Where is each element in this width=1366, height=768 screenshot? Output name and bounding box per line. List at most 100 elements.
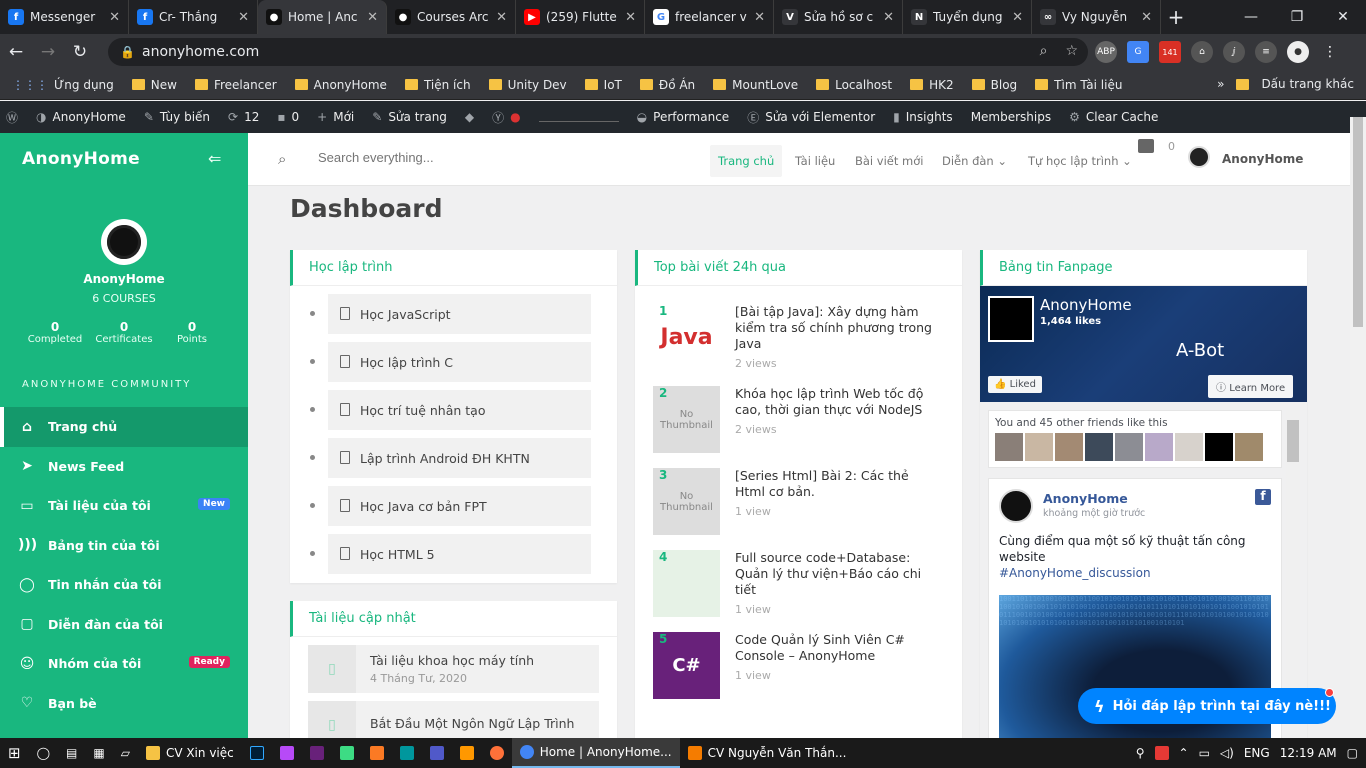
wp-insights[interactable]: ▮ Insights [893, 110, 953, 124]
sublime-icon[interactable] [452, 738, 482, 768]
avatar[interactable] [1085, 433, 1113, 461]
clock[interactable]: 12:19 AM [1280, 746, 1337, 760]
sidebar-item[interactable]: ))) Bảng tin của tôi [0, 526, 248, 566]
bookmark-item[interactable]: Freelancer [194, 78, 277, 92]
maximize-icon[interactable]: ❐ [1274, 0, 1320, 34]
task-view-icon[interactable]: ▤ [58, 738, 85, 768]
nav-home[interactable]: Trang chủ [710, 145, 783, 177]
app-tray-icon[interactable] [1154, 746, 1169, 760]
bookmark-item[interactable]: Blog [971, 78, 1017, 92]
sidebar-item[interactable]: ♡ Bạn bè [0, 684, 248, 724]
wp-elementor[interactable]: Ⓔ Sửa với Elementor [747, 109, 875, 126]
course-item[interactable]: Học lập trình C [310, 342, 591, 382]
sidebar-item[interactable]: ▭ Tài liệu của tôi New [0, 486, 248, 526]
avatar[interactable] [995, 433, 1023, 461]
close-tab-icon[interactable]: ✕ [496, 10, 507, 25]
back-icon[interactable]: ← [0, 42, 32, 62]
wp-new[interactable]: + Mới [317, 110, 354, 124]
sidebar-item[interactable]: ☺ Nhóm của tôi Ready [0, 644, 248, 684]
menu-icon[interactable]: ⋮ [1319, 41, 1341, 63]
nav-forum[interactable]: Diễn đàn ⌄ [934, 145, 1015, 177]
taskbar-window-cv-pdf[interactable]: CV Nguyễn Văn Thắn... [680, 738, 855, 768]
browser-tab[interactable]: ▶ (259) Flutte ✕ [516, 0, 645, 34]
close-tab-icon[interactable]: ✕ [1012, 10, 1023, 25]
course-item[interactable]: Học HTML 5 [310, 534, 591, 574]
phpstorm-icon[interactable] [272, 738, 302, 768]
network-icon[interactable]: ▭ [1199, 746, 1210, 760]
bookmark-item[interactable]: IoT [584, 78, 622, 92]
close-tab-icon[interactable]: ✕ [1141, 10, 1152, 25]
avatar[interactable] [999, 489, 1033, 523]
search-icon[interactable]: ⌕ [278, 150, 286, 168]
user-name[interactable]: AnonyHome [1222, 152, 1303, 166]
list-item[interactable]: No Thumbnail 2 Khóa học lập trình Web tốc … [635, 382, 962, 464]
wp-site-link[interactable]: ◑ AnonyHome [36, 110, 126, 124]
avatar[interactable] [1235, 433, 1263, 461]
list-item[interactable]: ▯ Bắt Đầu Một Ngôn Ngữ Lập Trình [308, 701, 599, 738]
extension-badge-icon[interactable]: 141 [1159, 41, 1181, 63]
post-title[interactable]: Full source code+Database: Quản lý thư v… [735, 550, 940, 598]
bookmark-item[interactable]: Tiện ích [404, 78, 471, 92]
browser-tab[interactable]: ● Home | Anc ✕ [258, 0, 387, 34]
fb-learn-more-button[interactable]: ⓘ Learn More [1208, 375, 1294, 398]
wordpress-logo-icon[interactable]: Ⓦ [6, 109, 18, 126]
list-item[interactable]: C# 5 Code Quản lý Sinh Viên C# Console – A… [635, 628, 962, 710]
messenger-chat-button[interactable]: ϟ Hỏi đáp lập trình tại đây nè!!! [1078, 688, 1336, 724]
firefox-icon[interactable] [482, 738, 512, 768]
language-indicator[interactable]: ENG [1244, 746, 1270, 760]
bookmark-item[interactable]: Tìm Tài liệu [1035, 78, 1122, 92]
post-title[interactable]: Code Quản lý Sinh Viên C# Console – Anon… [735, 632, 940, 664]
bookmarks-overflow-icon[interactable]: » [1217, 77, 1224, 91]
bookmark-item[interactable]: Đồ Án [639, 78, 695, 92]
nav-self-learning[interactable]: Tự học lập trình ⌄ [1020, 145, 1140, 177]
avatar[interactable] [1188, 146, 1210, 168]
close-tab-icon[interactable]: ✕ [109, 10, 120, 25]
media-icon[interactable]: ≡ [1255, 41, 1277, 63]
course-item[interactable]: Lập trình Android ĐH KHTN [310, 438, 591, 478]
bookmark-item[interactable]: Localhost [816, 78, 892, 92]
zoom-icon[interactable]: ⌕ [1040, 43, 1048, 59]
volume-icon[interactable]: ◁) [1220, 746, 1234, 760]
avatar[interactable] [1055, 433, 1083, 461]
extension-icon[interactable]: ⅉ [1223, 41, 1245, 63]
avatar[interactable] [1175, 433, 1203, 461]
browser-tab[interactable]: Gfreelancer v ✕ [645, 0, 774, 34]
page-scrollbar[interactable] [1350, 117, 1366, 738]
yoast-icon[interactable]: Ⓨ ● [492, 109, 521, 126]
site-logo[interactable]: AnonyHome [22, 149, 140, 169]
xampp-icon[interactable] [362, 738, 392, 768]
sidebar-item[interactable]: ➤ News Feed [0, 447, 248, 487]
photoshop-icon[interactable] [242, 738, 272, 768]
browser-tab[interactable]: ● Courses Arc ✕ [387, 0, 516, 34]
teams-icon[interactable] [422, 738, 452, 768]
extension-icon[interactable]: ⌂ [1191, 41, 1213, 63]
visual-studio-icon[interactable] [302, 738, 332, 768]
new-tab-icon[interactable]: + [1161, 0, 1191, 34]
course-item[interactable]: Học Java cơ bản FPT [310, 486, 591, 526]
fb-post-time[interactable]: khoảng một giờ trước [1043, 508, 1145, 519]
arduino-icon[interactable] [392, 738, 422, 768]
collapse-menu-icon[interactable]: ⇐ [208, 149, 221, 168]
adblock-icon[interactable]: ABP [1095, 41, 1117, 63]
address-bar[interactable]: 🔒 anonyhome.com ⌕ ☆ [108, 38, 1088, 66]
browser-tab[interactable]: ∞ Vy Nguyễn ✕ [1032, 0, 1161, 34]
avatar[interactable] [1025, 433, 1053, 461]
post-title[interactable]: [Bài tập Java]: Xây dựng hàm kiểm tra số… [735, 304, 940, 352]
close-tab-icon[interactable]: ✕ [883, 10, 894, 25]
list-item[interactable]: ▯ Tài liệu khoa học máy tính 4 Tháng Tư, … [308, 645, 599, 693]
translate-icon[interactable]: G [1127, 41, 1149, 63]
fb-post-author[interactable]: AnonyHome [1043, 491, 1128, 506]
browser-tab[interactable]: f Cr- Thắng ✕ [129, 0, 258, 34]
bookmark-item[interactable]: AnonyHome [294, 78, 387, 92]
post-title[interactable]: [Series Html] Bài 2: Các thẻ Html cơ bản… [735, 468, 940, 500]
facebook-icon[interactable]: f [1255, 489, 1271, 505]
wp-updates[interactable]: ⟳ 12 [228, 110, 259, 124]
minimize-icon[interactable]: — [1228, 0, 1274, 34]
messages-icon[interactable] [1138, 139, 1154, 153]
list-item[interactable]: No Thumbnail 3 [Series Html] Bài 2: Các th… [635, 464, 962, 546]
course-item[interactable]: Học JavaScript [310, 294, 591, 334]
sidebar-item[interactable]: ◯ Tin nhắn của tôi [0, 565, 248, 605]
search-input[interactable] [318, 150, 568, 165]
forward-icon[interactable]: → [32, 42, 64, 62]
browser-tab[interactable]: f Messenger ✕ [0, 0, 129, 34]
